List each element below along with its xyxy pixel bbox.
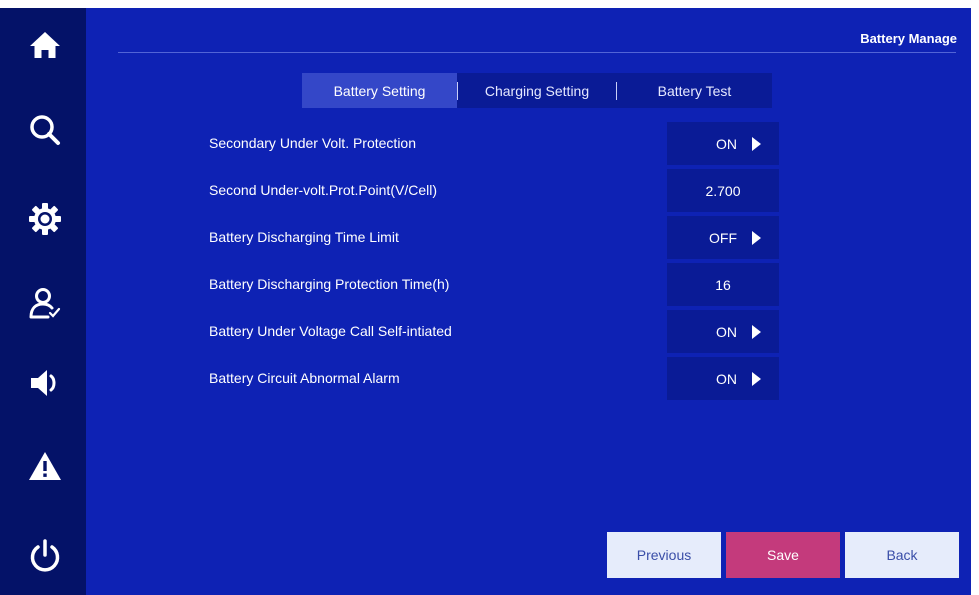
tab-bar: Battery Setting Charging Setting Battery… [302, 73, 772, 108]
title-divider [118, 52, 956, 53]
setting-label: Secondary Under Volt. Protection [209, 135, 417, 151]
setting-label: Battery Discharging Time Limit [209, 229, 399, 245]
setting-row: Battery Circuit Abnormal Alarm ON [0, 357, 971, 400]
page-title: Battery Manage [860, 31, 957, 46]
setting-value: 16 [715, 276, 731, 293]
setting-label: Battery Under Voltage Call Self-intiated [209, 323, 452, 339]
circuit-abnormal-alarm-toggle[interactable]: ON [667, 357, 779, 400]
tab-battery-setting[interactable]: Battery Setting [302, 73, 457, 108]
setting-row: Battery Discharging Time Limit OFF [0, 216, 971, 259]
home-icon[interactable] [25, 25, 65, 65]
setting-value: 2.700 [705, 182, 741, 199]
arrow-right-icon [752, 231, 761, 245]
screen: Battery Manage Battery Setting Charging … [0, 8, 971, 595]
previous-button[interactable]: Previous [607, 532, 721, 578]
discharging-protection-time-field[interactable]: 16 [667, 263, 779, 306]
warning-icon[interactable] [25, 446, 65, 486]
under-volt-prot-point-field[interactable]: 2.700 [667, 169, 779, 212]
setting-value: ON [716, 135, 737, 152]
tab-battery-test[interactable]: Battery Test [617, 73, 772, 108]
under-voltage-call-toggle[interactable]: ON [667, 310, 779, 353]
setting-label: Battery Discharging Protection Time(h) [209, 276, 450, 292]
secondary-under-volt-protection-toggle[interactable]: ON [667, 122, 779, 165]
tab-charging-setting[interactable]: Charging Setting [458, 73, 616, 108]
save-button[interactable]: Save [726, 532, 840, 578]
arrow-right-icon [752, 137, 761, 151]
arrow-right-icon [752, 325, 761, 339]
arrow-right-icon [752, 372, 761, 386]
setting-row: Second Under-volt.Prot.Point(V/Cell) 2.7… [0, 169, 971, 212]
setting-value: ON [716, 323, 737, 340]
setting-row: Battery Under Voltage Call Self-intiated… [0, 310, 971, 353]
back-button[interactable]: Back [845, 532, 959, 578]
discharging-time-limit-toggle[interactable]: OFF [667, 216, 779, 259]
setting-row: Battery Discharging Protection Time(h) 1… [0, 263, 971, 306]
setting-value: OFF [709, 229, 737, 246]
setting-value: ON [716, 370, 737, 387]
setting-row: Secondary Under Volt. Protection ON [0, 122, 971, 165]
power-icon[interactable] [25, 536, 65, 576]
setting-label: Second Under-volt.Prot.Point(V/Cell) [209, 182, 437, 198]
setting-label: Battery Circuit Abnormal Alarm [209, 370, 400, 386]
